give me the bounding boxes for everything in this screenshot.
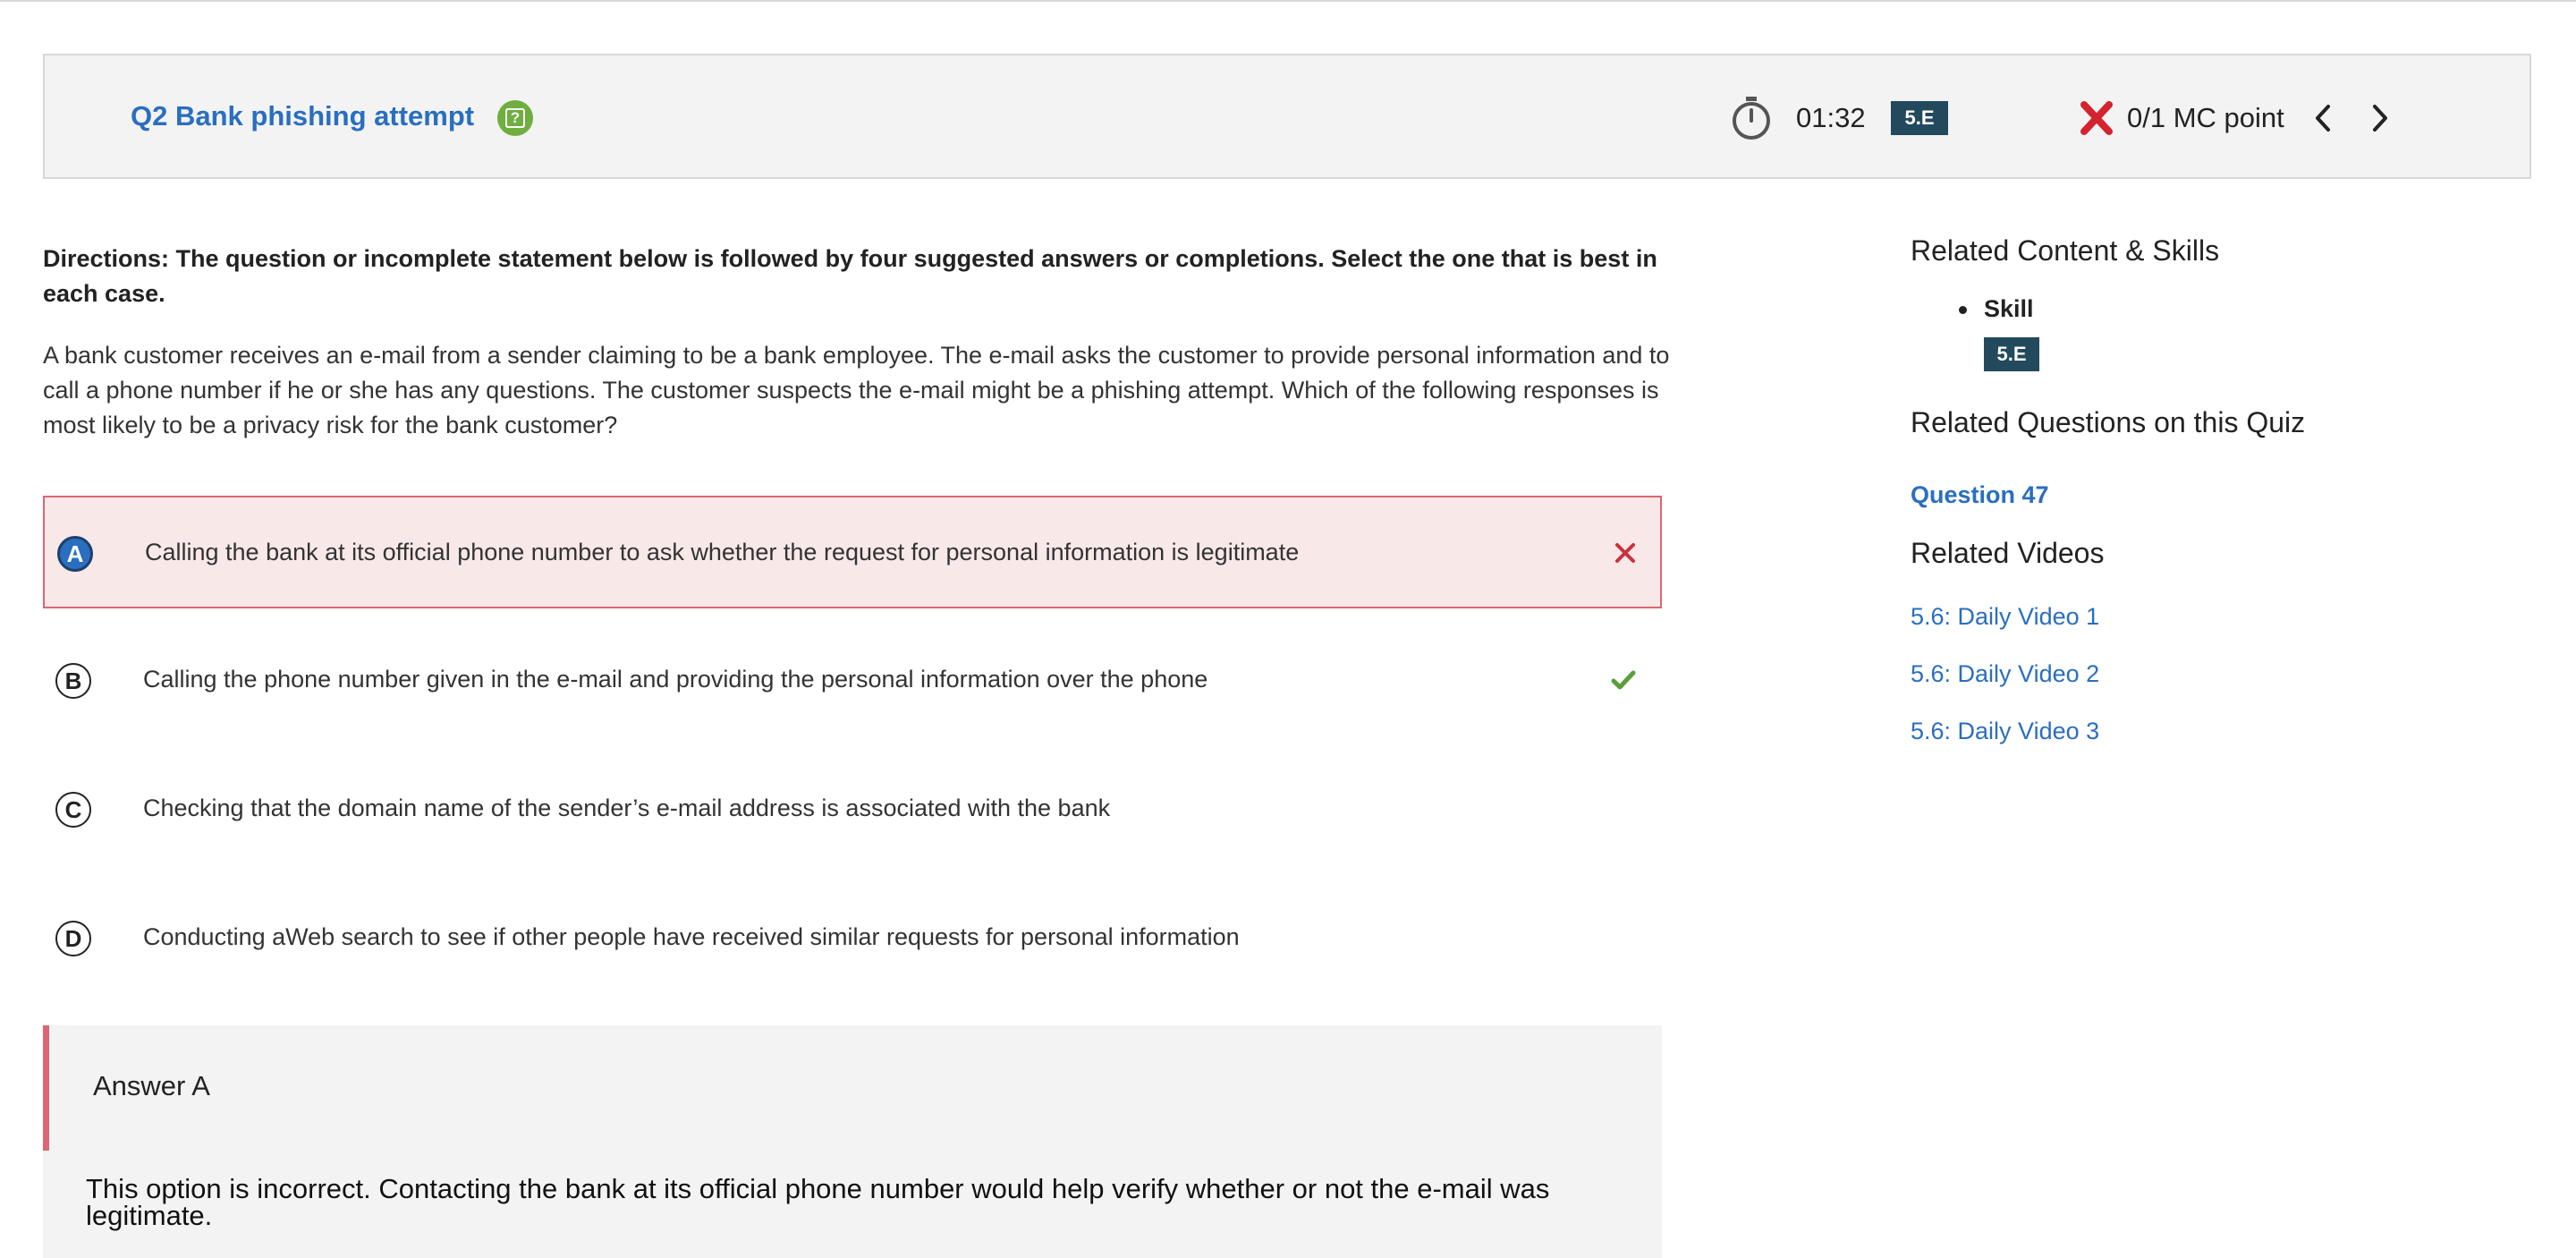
option-text: Calling the phone number given in the e-…	[143, 666, 1208, 693]
question-directions: Directions: The question or incomplete s…	[43, 245, 1657, 307]
sidebar-skill-badge: 5.E	[1984, 337, 2039, 371]
question-title[interactable]: Q2 Bank phishing attempt	[131, 100, 474, 132]
option-a[interactable]: A Calling the bank at its official phone…	[43, 496, 1662, 608]
related-video-link[interactable]: 5.6: Daily Video 3	[1911, 718, 2099, 745]
option-c[interactable]: C Checking that the domain name of the s…	[43, 753, 1662, 866]
score-value: 0/1 MC point	[2127, 102, 2284, 133]
answer-panel: Answer A This option is incorrect. Conta…	[43, 1025, 1662, 1258]
question-square-icon[interactable]: ?	[497, 100, 533, 136]
option-b[interactable]: B Calling the phone number given in the …	[43, 625, 1662, 737]
correct-check-icon	[1611, 670, 1636, 690]
timer-value: 01:32	[1796, 102, 1866, 133]
skill-label: Skill	[1984, 295, 2034, 322]
related-question-link[interactable]: Question 47	[1911, 481, 2049, 509]
answer-explanation: This option is incorrect. Contacting the…	[86, 1173, 1550, 1231]
answer-title: Answer A	[93, 1070, 210, 1101]
top-divider	[0, 0, 2576, 2]
option-letter-b: B	[55, 663, 91, 699]
related-videos-heading: Related Videos	[1911, 537, 2105, 569]
option-text: Checking that the domain name of the sen…	[143, 795, 1111, 821]
question-stem: A bank customer receives an e-mail from …	[43, 342, 1670, 438]
skill-badge: 5.E	[1891, 101, 1948, 135]
question-header: Q2 Bank phishing attempt ? 01:32 5.E 0/1…	[43, 54, 2531, 179]
chevron-left-icon[interactable]	[2311, 102, 2336, 134]
incorrect-x-icon	[1615, 543, 1635, 563]
option-letter-d: D	[55, 921, 91, 956]
answer-status-bar	[43, 1025, 49, 1151]
option-text: Calling the bank at its official phone n…	[145, 539, 1300, 565]
chevron-right-icon[interactable]	[2367, 102, 2392, 134]
stopwatch-icon	[1733, 97, 1770, 140]
option-d[interactable]: D Conducting aWeb search to see if other…	[43, 882, 1662, 995]
option-text: Conducting aWeb search to see if other p…	[143, 923, 1240, 950]
bullet-icon	[1959, 306, 1967, 314]
related-content-heading: Related Content & Skills	[1911, 234, 2220, 267]
option-letter-a: A	[57, 536, 93, 572]
red-x-icon	[2080, 101, 2113, 135]
related-video-link[interactable]: 5.6: Daily Video 1	[1911, 603, 2099, 631]
option-letter-c: C	[55, 792, 91, 828]
related-questions-heading: Related Questions on this Quiz	[1911, 406, 2306, 438]
related-video-link[interactable]: 5.6: Daily Video 2	[1911, 660, 2099, 688]
